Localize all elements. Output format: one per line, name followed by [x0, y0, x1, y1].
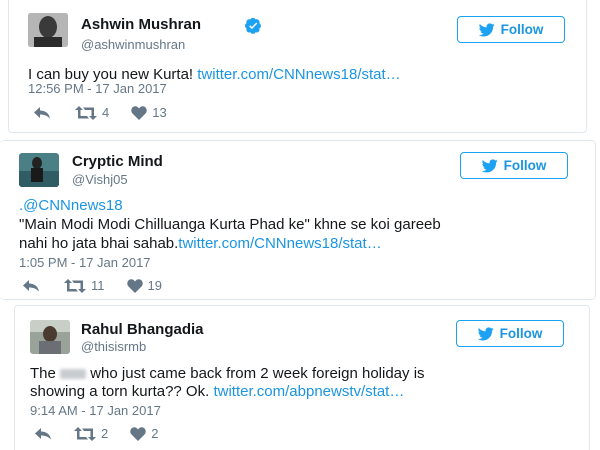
retweet-count: 4 — [102, 105, 110, 120]
tweet-text-line: showing a torn kurta?? Ok. twitter.com/a… — [30, 382, 404, 401]
tweet-text-line: nahi ho jata bhai sahab.twitter.com/CNNn… — [19, 234, 382, 253]
tweet-text-body: showing a torn kurta?? Ok. — [30, 383, 214, 400]
tweet-text-line: "Main Modi Modi Chilluanga Kurta Phad ke… — [19, 216, 441, 233]
tweet-actions: 11 19 — [22, 278, 162, 293]
reply-button[interactable] — [33, 106, 51, 119]
tweet-timestamp[interactable]: 1:05 PM - 17 Jan 2017 — [19, 255, 151, 270]
reply-icon — [35, 428, 51, 440]
like-button[interactable]: 2 — [130, 426, 158, 441]
author-handle[interactable]: @Vishj05 — [72, 172, 128, 187]
retweet-button[interactable]: 2 — [74, 426, 108, 441]
tweet-card: Cryptic Mind @Vishj05 Follow .@CNNnews18… — [0, 140, 596, 300]
retweet-button[interactable]: 11 — [64, 278, 105, 293]
follow-label: Follow — [500, 22, 544, 37]
tweet-link[interactable]: twitter.com/CNNnews18/stat… — [197, 66, 400, 83]
like-button[interactable]: 13 — [131, 105, 167, 120]
tweet-text-body: The — [30, 365, 56, 382]
like-count: 13 — [152, 105, 167, 120]
retweet-icon — [74, 426, 96, 441]
like-count: 19 — [147, 278, 162, 293]
twitter-bird-icon — [478, 22, 495, 36]
retweet-icon — [64, 278, 86, 293]
tweet-link[interactable]: twitter.com/abpnewstv/stat… — [213, 383, 404, 400]
retweet-button[interactable]: 4 — [75, 105, 109, 120]
avatar[interactable] — [28, 13, 68, 47]
mention-link[interactable]: .@CNNnews18 — [19, 196, 123, 215]
like-count: 2 — [151, 426, 159, 441]
author-handle[interactable]: @ashwinmushran — [81, 37, 185, 52]
author-name[interactable]: Cryptic Mind — [72, 153, 163, 170]
follow-label: Follow — [503, 158, 547, 173]
heart-icon — [131, 105, 147, 120]
verified-badge-icon — [245, 17, 261, 34]
avatar[interactable] — [30, 320, 70, 354]
author-handle[interactable]: @thisisrmb — [81, 339, 146, 354]
reply-button[interactable] — [22, 279, 40, 292]
twitter-bird-icon — [481, 158, 498, 172]
retweet-icon — [75, 105, 97, 120]
tweet-link[interactable]: twitter.com/CNNnews18/stat… — [178, 235, 381, 252]
avatar[interactable] — [19, 153, 59, 187]
heart-icon — [126, 278, 143, 293]
author-name[interactable]: Ashwin Mushran — [81, 16, 201, 33]
follow-button[interactable]: Follow — [457, 16, 565, 43]
twitter-bird-icon — [477, 326, 494, 340]
tweet-actions: 4 13 — [33, 105, 167, 120]
tweet-timestamp[interactable]: 9:14 AM - 17 Jan 2017 — [30, 403, 161, 418]
reply-icon — [34, 107, 50, 119]
tweet-timestamp[interactable]: 12:56 PM - 17 Jan 2017 — [28, 81, 167, 96]
tweet-card: Ashwin Mushran @ashwinmushran Follow I c… — [8, 0, 587, 133]
heart-icon — [130, 426, 146, 441]
tweet-text-body: who just came back from 2 week foreign h… — [90, 365, 425, 382]
follow-label: Follow — [499, 326, 543, 341]
tweet-card: Rahul Bhangadia @thisisrmb Follow The wh… — [14, 305, 590, 450]
tweet-text-body: nahi ho jata bhai sahab. — [19, 235, 179, 252]
follow-button[interactable]: Follow — [460, 152, 568, 179]
author-name[interactable]: Rahul Bhangadia — [81, 321, 204, 338]
tweet-actions: 2 2 — [34, 426, 158, 441]
like-button[interactable]: 19 — [126, 278, 162, 293]
redacted-word — [60, 369, 87, 380]
retweet-count: 2 — [101, 426, 109, 441]
reply-icon — [23, 280, 39, 292]
reply-button[interactable] — [34, 427, 52, 440]
retweet-count: 11 — [91, 278, 105, 293]
follow-button[interactable]: Follow — [456, 320, 564, 347]
tweet-text-line: The who just came back from 2 week forei… — [30, 364, 425, 383]
